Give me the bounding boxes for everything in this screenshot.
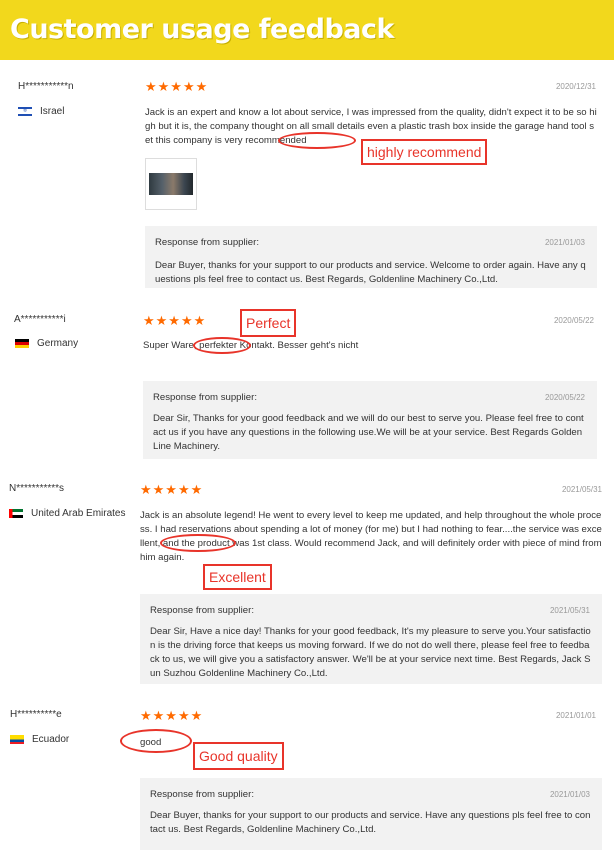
response-date: 2020/05/22 [544, 393, 585, 402]
star-rating: ★★★★★ [140, 708, 204, 723]
star-rating: ★★★★★ [145, 79, 209, 94]
country-label: Ecuador [32, 734, 70, 745]
supplier-response: Response from supplier: 2021/01/03 Dear … [145, 226, 597, 288]
machine-photo [149, 173, 193, 195]
review-item: H***********n ✡ Israel ★★★★★ 2020/12/31 … [0, 60, 614, 292]
response-title: Response from supplier: [150, 789, 254, 800]
response-title: Response from supplier: [153, 392, 257, 403]
reviewer-country: Germany [15, 338, 78, 349]
ecuador-flag-icon [10, 735, 24, 744]
review-item: H**********e Ecuador ★★★★★ 2021/01/01 go… [0, 695, 614, 866]
review-date: 2020/05/22 [553, 316, 594, 325]
reviewer-name: H***********n [18, 81, 74, 92]
highlight-oval [193, 337, 251, 354]
banner: Customer usage feedback [0, 0, 614, 60]
supplier-response: Response from supplier: 2021/05/31 Dear … [140, 594, 602, 684]
country-label: Israel [40, 106, 65, 117]
highlight-oval [160, 534, 236, 552]
country-label: United Arab Emirates [31, 508, 126, 519]
review-photo-thumbnail[interactable] [145, 158, 197, 210]
reviewer-country: Ecuador [10, 734, 69, 745]
response-text: Dear Sir, Have a nice day! Thanks for yo… [150, 626, 591, 679]
review-item: N***********s United Arab Emirates ★★★★★… [0, 470, 614, 688]
supplier-response: Response from supplier: 2020/05/22 Dear … [143, 381, 597, 459]
annotation-label: highly recommend [361, 139, 488, 165]
review-date: 2021/01/01 [555, 711, 596, 720]
reviewer-country: United Arab Emirates [9, 508, 126, 519]
star-rating: ★★★★★ [143, 313, 207, 328]
response-date: 2021/01/03 [544, 238, 585, 247]
review-date: 2021/05/31 [561, 485, 602, 494]
response-title: Response from supplier: [150, 605, 254, 616]
review-date: 2020/12/31 [555, 82, 596, 91]
response-title: Response from supplier: [155, 237, 259, 248]
annotation-label: Excellent [203, 564, 272, 590]
highlight-oval [278, 132, 356, 149]
reviewer-name: A***********i [14, 314, 66, 325]
supplier-response: Response from supplier: 2021/01/03 Dear … [140, 778, 602, 850]
highlight-oval [120, 729, 192, 753]
annotation-label: Perfect [240, 309, 297, 337]
response-date: 2021/05/31 [549, 606, 590, 615]
israel-flag-icon: ✡ [18, 107, 32, 116]
annotation-label: Good quality [193, 742, 284, 770]
response-text: Dear Buyer, thanks for your support to o… [155, 260, 586, 285]
response-text: Dear Sir, Thanks for your good feedback … [153, 413, 584, 452]
review-item: A***********i Germany ★★★★★ 2020/05/22 S… [0, 295, 614, 465]
response-text: Dear Buyer, thanks for your support to o… [150, 810, 591, 835]
star-rating: ★★★★★ [140, 482, 204, 497]
reviewer-name: H**********e [10, 709, 62, 720]
banner-title: Customer usage feedback [10, 14, 394, 45]
response-date: 2021/01/03 [549, 790, 590, 799]
reviewer-name: N***********s [9, 483, 65, 494]
country-label: Germany [37, 338, 79, 349]
uae-flag-icon [9, 509, 23, 518]
reviewer-country: ✡ Israel [18, 106, 64, 117]
germany-flag-icon [15, 339, 29, 348]
